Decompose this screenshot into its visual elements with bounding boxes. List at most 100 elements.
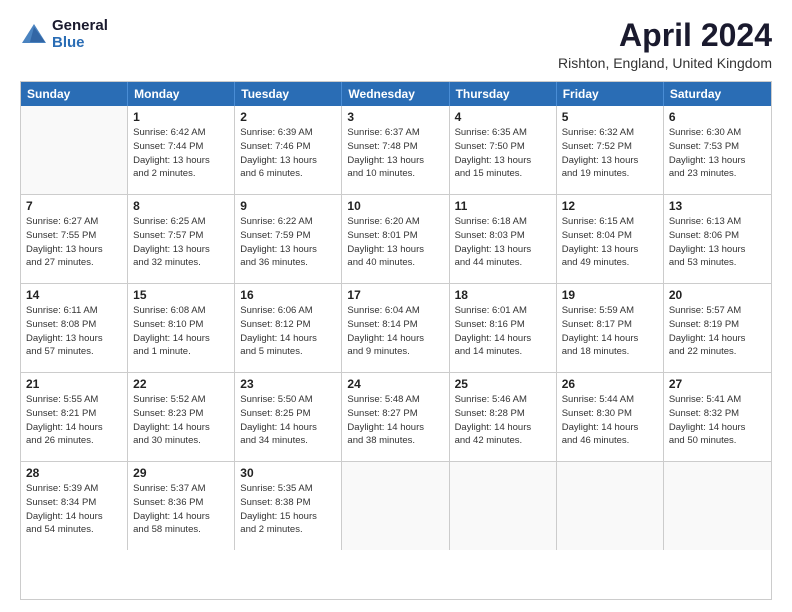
day-info: Sunrise: 6:15 AM Sunset: 8:04 PM Dayligh… xyxy=(562,215,658,270)
calendar-cell: 8 Sunrise: 6:25 AM Sunset: 7:57 PM Daylig… xyxy=(128,195,235,283)
calendar-cell xyxy=(557,462,664,550)
day-number: 10 xyxy=(347,199,443,213)
calendar-day-header: Wednesday xyxy=(342,82,449,106)
day-info: Sunrise: 5:57 AM Sunset: 8:19 PM Dayligh… xyxy=(669,304,766,359)
calendar: SundayMondayTuesdayWednesdayThursdayFrid… xyxy=(20,81,772,600)
day-info: Sunrise: 6:06 AM Sunset: 8:12 PM Dayligh… xyxy=(240,304,336,359)
day-number: 3 xyxy=(347,110,443,124)
day-info: Sunrise: 6:27 AM Sunset: 7:55 PM Dayligh… xyxy=(26,215,122,270)
calendar-cell: 1 Sunrise: 6:42 AM Sunset: 7:44 PM Daylig… xyxy=(128,106,235,194)
day-info: Sunrise: 6:25 AM Sunset: 7:57 PM Dayligh… xyxy=(133,215,229,270)
calendar-cell: 14Sunrise: 6:11 AM Sunset: 8:08 PM Dayli… xyxy=(21,284,128,372)
day-number: 11 xyxy=(455,199,551,213)
calendar-cell xyxy=(342,462,449,550)
day-number: 29 xyxy=(133,466,229,480)
day-info: Sunrise: 5:41 AM Sunset: 8:32 PM Dayligh… xyxy=(669,393,766,448)
title-block: April 2024 Rishton, England, United King… xyxy=(558,18,772,71)
calendar-day-header: Monday xyxy=(128,82,235,106)
day-number: 17 xyxy=(347,288,443,302)
day-info: Sunrise: 5:48 AM Sunset: 8:27 PM Dayligh… xyxy=(347,393,443,448)
calendar-cell: 12Sunrise: 6:15 AM Sunset: 8:04 PM Dayli… xyxy=(557,195,664,283)
location: Rishton, England, United Kingdom xyxy=(558,55,772,71)
day-number: 30 xyxy=(240,466,336,480)
day-info: Sunrise: 5:59 AM Sunset: 8:17 PM Dayligh… xyxy=(562,304,658,359)
day-info: Sunrise: 6:01 AM Sunset: 8:16 PM Dayligh… xyxy=(455,304,551,359)
calendar-cell: 17 Sunrise: 6:04 AM Sunset: 8:14 PM Dayli… xyxy=(342,284,449,372)
calendar-cell: 3 Sunrise: 6:37 AM Sunset: 7:48 PM Daylig… xyxy=(342,106,449,194)
day-info: Sunrise: 5:35 AM Sunset: 8:38 PM Dayligh… xyxy=(240,482,336,537)
day-number: 1 xyxy=(133,110,229,124)
calendar-week-row: 1 Sunrise: 6:42 AM Sunset: 7:44 PM Daylig… xyxy=(21,106,771,195)
calendar-cell: 15 Sunrise: 6:08 AM Sunset: 8:10 PM Dayli… xyxy=(128,284,235,372)
day-number: 7 xyxy=(26,199,122,213)
day-number: 9 xyxy=(240,199,336,213)
day-info: Sunrise: 6:39 AM Sunset: 7:46 PM Dayligh… xyxy=(240,126,336,181)
day-number: 21 xyxy=(26,377,122,391)
day-number: 2 xyxy=(240,110,336,124)
calendar-cell xyxy=(21,106,128,194)
day-info: Sunrise: 6:32 AM Sunset: 7:52 PM Dayligh… xyxy=(562,126,658,181)
calendar-cell: 13 Sunrise: 6:13 AM Sunset: 8:06 PM Dayli… xyxy=(664,195,771,283)
day-info: Sunrise: 6:13 AM Sunset: 8:06 PM Dayligh… xyxy=(669,215,766,270)
calendar-body: 1 Sunrise: 6:42 AM Sunset: 7:44 PM Daylig… xyxy=(21,106,771,550)
day-number: 23 xyxy=(240,377,336,391)
calendar-cell xyxy=(450,462,557,550)
day-info: Sunrise: 5:39 AM Sunset: 8:34 PM Dayligh… xyxy=(26,482,122,537)
calendar-day-header: Tuesday xyxy=(235,82,342,106)
logo-blue-text: Blue xyxy=(52,35,108,52)
month-title: April 2024 xyxy=(558,18,772,53)
calendar-cell: 22 Sunrise: 5:52 AM Sunset: 8:23 PM Dayli… xyxy=(128,373,235,461)
day-number: 28 xyxy=(26,466,122,480)
day-number: 6 xyxy=(669,110,766,124)
day-number: 22 xyxy=(133,377,229,391)
day-info: Sunrise: 6:08 AM Sunset: 8:10 PM Dayligh… xyxy=(133,304,229,359)
day-number: 27 xyxy=(669,377,766,391)
logo: General Blue xyxy=(20,18,108,51)
calendar-cell: 5Sunrise: 6:32 AM Sunset: 7:52 PM Daylig… xyxy=(557,106,664,194)
calendar-cell xyxy=(664,462,771,550)
day-number: 15 xyxy=(133,288,229,302)
calendar-day-header: Sunday xyxy=(21,82,128,106)
calendar-cell: 23Sunrise: 5:50 AM Sunset: 8:25 PM Dayli… xyxy=(235,373,342,461)
day-number: 8 xyxy=(133,199,229,213)
calendar-cell: 27 Sunrise: 5:41 AM Sunset: 8:32 PM Dayli… xyxy=(664,373,771,461)
day-info: Sunrise: 6:18 AM Sunset: 8:03 PM Dayligh… xyxy=(455,215,551,270)
day-number: 19 xyxy=(562,288,658,302)
day-number: 13 xyxy=(669,199,766,213)
calendar-day-header: Saturday xyxy=(664,82,771,106)
day-info: Sunrise: 5:37 AM Sunset: 8:36 PM Dayligh… xyxy=(133,482,229,537)
calendar-cell: 19 Sunrise: 5:59 AM Sunset: 8:17 PM Dayli… xyxy=(557,284,664,372)
calendar-header: SundayMondayTuesdayWednesdayThursdayFrid… xyxy=(21,82,771,106)
day-info: Sunrise: 6:30 AM Sunset: 7:53 PM Dayligh… xyxy=(669,126,766,181)
calendar-cell: 26Sunrise: 5:44 AM Sunset: 8:30 PM Dayli… xyxy=(557,373,664,461)
day-info: Sunrise: 6:04 AM Sunset: 8:14 PM Dayligh… xyxy=(347,304,443,359)
day-info: Sunrise: 5:46 AM Sunset: 8:28 PM Dayligh… xyxy=(455,393,551,448)
logo-icon xyxy=(20,21,48,49)
day-info: Sunrise: 6:35 AM Sunset: 7:50 PM Dayligh… xyxy=(455,126,551,181)
calendar-cell: 9 Sunrise: 6:22 AM Sunset: 7:59 PM Daylig… xyxy=(235,195,342,283)
calendar-week-row: 21Sunrise: 5:55 AM Sunset: 8:21 PM Dayli… xyxy=(21,373,771,462)
calendar-cell: 28 Sunrise: 5:39 AM Sunset: 8:34 PM Dayli… xyxy=(21,462,128,550)
calendar-day-header: Thursday xyxy=(450,82,557,106)
calendar-cell: 20 Sunrise: 5:57 AM Sunset: 8:19 PM Dayli… xyxy=(664,284,771,372)
calendar-day-header: Friday xyxy=(557,82,664,106)
day-number: 4 xyxy=(455,110,551,124)
calendar-cell: 7 Sunrise: 6:27 AM Sunset: 7:55 PM Daylig… xyxy=(21,195,128,283)
day-number: 16 xyxy=(240,288,336,302)
day-info: Sunrise: 6:22 AM Sunset: 7:59 PM Dayligh… xyxy=(240,215,336,270)
day-number: 24 xyxy=(347,377,443,391)
calendar-cell: 10Sunrise: 6:20 AM Sunset: 8:01 PM Dayli… xyxy=(342,195,449,283)
page-header: General Blue April 2024 Rishton, England… xyxy=(20,18,772,71)
day-number: 18 xyxy=(455,288,551,302)
day-info: Sunrise: 5:44 AM Sunset: 8:30 PM Dayligh… xyxy=(562,393,658,448)
calendar-cell: 16 Sunrise: 6:06 AM Sunset: 8:12 PM Dayli… xyxy=(235,284,342,372)
day-info: Sunrise: 6:42 AM Sunset: 7:44 PM Dayligh… xyxy=(133,126,229,181)
calendar-cell: 18 Sunrise: 6:01 AM Sunset: 8:16 PM Dayli… xyxy=(450,284,557,372)
calendar-cell: 24 Sunrise: 5:48 AM Sunset: 8:27 PM Dayli… xyxy=(342,373,449,461)
day-info: Sunrise: 6:37 AM Sunset: 7:48 PM Dayligh… xyxy=(347,126,443,181)
calendar-cell: 21Sunrise: 5:55 AM Sunset: 8:21 PM Dayli… xyxy=(21,373,128,461)
calendar-week-row: 7 Sunrise: 6:27 AM Sunset: 7:55 PM Daylig… xyxy=(21,195,771,284)
day-number: 25 xyxy=(455,377,551,391)
day-number: 20 xyxy=(669,288,766,302)
day-info: Sunrise: 5:52 AM Sunset: 8:23 PM Dayligh… xyxy=(133,393,229,448)
